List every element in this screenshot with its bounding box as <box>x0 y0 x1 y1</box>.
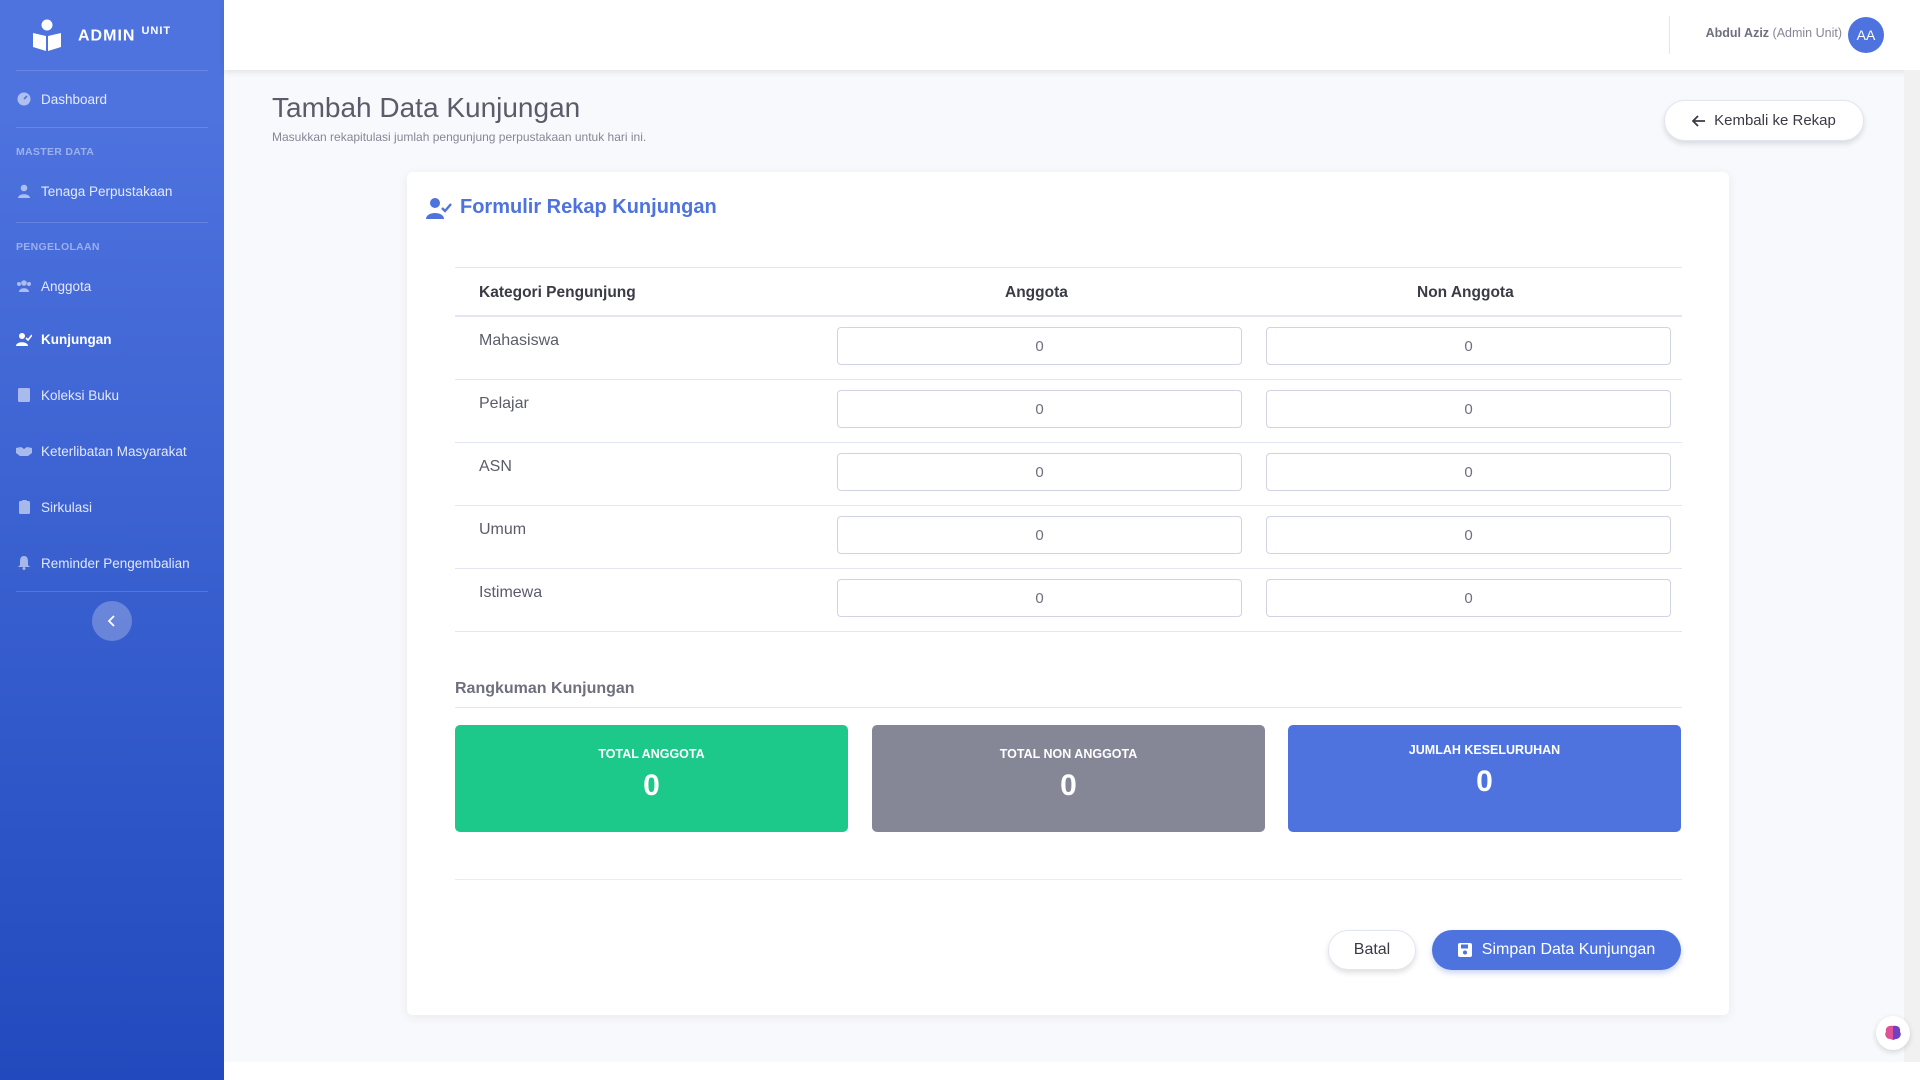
stat-label: TOTAL NON ANGGOTA <box>999 747 1138 761</box>
chevron-left-icon <box>107 615 117 627</box>
pelajar-non-member-input[interactable] <box>1266 390 1671 428</box>
sidebar-item-label: Koleksi Buku <box>41 387 120 403</box>
avatar[interactable]: AA <box>1848 17 1884 53</box>
user-dropdown[interactable]: Abdul Aziz (Admin Unit) <box>1706 26 1842 40</box>
card-title-text: Formulir Rekap Kunjungan <box>460 196 717 218</box>
card-title: Formulir Rekap Kunjungan <box>426 196 717 219</box>
topbar: Abdul Aziz (Admin Unit) AA <box>224 0 1920 70</box>
gauge-icon <box>16 91 32 107</box>
asn-member-input[interactable] <box>837 453 1242 491</box>
brand-text: ADMIN UNIT <box>78 24 172 45</box>
sidebar-item-label: Kunjungan <box>41 331 112 347</box>
umum-non-member-input[interactable] <box>1266 516 1671 554</box>
user-icon <box>16 183 32 199</box>
header-non-member: Non Anggota <box>1417 284 1514 301</box>
clipboard-icon <box>16 499 32 515</box>
visit-table: Kategori Pengunjung Anggota Non Anggota … <box>455 267 1682 632</box>
sidebar-heading-master-data: MASTER DATA <box>16 146 95 158</box>
brain-icon <box>1884 1025 1902 1041</box>
table-row: ASN <box>455 443 1682 506</box>
row-label: Mahasiswa <box>479 332 560 349</box>
grand-total-stat: JUMLAH KESELURUHAN 0 <box>1288 725 1681 832</box>
table-row: Umum <box>455 506 1682 569</box>
table-row: Istimewa <box>455 569 1682 632</box>
topbar-divider <box>1669 16 1670 54</box>
table-row: Pelajar <box>455 380 1682 443</box>
pelajar-member-input[interactable] <box>837 390 1242 428</box>
umum-member-input[interactable] <box>837 516 1242 554</box>
assistant-button[interactable] <box>1876 1016 1910 1050</box>
summary-divider <box>455 707 1682 708</box>
total-member-stat: TOTAL ANGGOTA 0 <box>455 725 848 832</box>
asn-non-member-input[interactable] <box>1266 453 1671 491</box>
istimewa-non-member-input[interactable] <box>1266 579 1671 617</box>
sidebar-item-reminder-pengembalian[interactable]: Reminder Pengembalian <box>0 535 224 591</box>
handshake-icon <box>16 443 32 459</box>
book-icon <box>16 387 32 403</box>
table-row: Mahasiswa <box>455 317 1682 380</box>
save-button-label: Simpan Data Kunjungan <box>1481 941 1656 958</box>
sidebar-item-label: Anggota <box>41 278 92 294</box>
book-reader-icon <box>30 18 64 52</box>
sidebar-item-label: Keterlibatan Masyarakat <box>41 443 187 459</box>
brand[interactable]: ADMIN UNIT <box>0 0 224 70</box>
stat-value: 0 <box>1060 769 1077 802</box>
back-button-label: Kembali ke Rekap <box>1714 112 1836 129</box>
arrow-left-icon <box>1692 114 1706 127</box>
page-subtitle: Masukkan rekapitulasi jumlah pengunjung … <box>272 130 647 144</box>
row-label: Istimewa <box>479 584 543 601</box>
row-label: Pelajar <box>479 395 529 412</box>
header-category: Kategori Pengunjung <box>479 284 636 301</box>
summary-title: Rangkuman Kunjungan <box>455 680 635 697</box>
stat-value: 0 <box>643 769 660 802</box>
user-name: Abdul Aziz <box>1705 26 1770 40</box>
row-label: ASN <box>479 458 512 475</box>
row-label: Umum <box>479 521 527 538</box>
user-role: (Admin Unit) <box>1772 26 1842 40</box>
sidebar-item-koleksi-buku[interactable]: Koleksi Buku <box>0 367 224 423</box>
page-title: Tambah Data Kunjungan <box>272 92 581 123</box>
users-icon <box>16 278 32 294</box>
sidebar-item-label: Reminder Pengembalian <box>41 555 190 571</box>
sidebar-item-label: Sirkulasi <box>41 499 93 515</box>
table-header: Kategori Pengunjung Anggota Non Anggota <box>455 267 1682 317</box>
back-to-recap-button[interactable]: Kembali ke Rekap <box>1664 100 1864 141</box>
sidebar-toggle-button[interactable] <box>92 601 132 641</box>
user-check-icon <box>16 331 32 347</box>
save-icon <box>1457 943 1472 957</box>
stat-label: JUMLAH KESELURUHAN <box>1408 743 1561 757</box>
cancel-button[interactable]: Batal <box>1328 930 1416 970</box>
sidebar-divider <box>16 591 208 592</box>
visit-form-card: Formulir Rekap Kunjungan Kategori Pengun… <box>407 172 1729 1015</box>
bell-icon <box>16 555 32 571</box>
sidebar-item-anggota[interactable]: Anggota <box>0 261 224 311</box>
form-footer-divider <box>455 879 1682 880</box>
scrollbar[interactable] <box>1904 70 1920 1062</box>
stat-label: TOTAL ANGGOTA <box>598 747 705 761</box>
sidebar-item-label: Tenaga Perpustakaan <box>41 183 173 199</box>
sidebar-item-tenaga-perpustakaan[interactable]: Tenaga Perpustakaan <box>0 166 224 216</box>
sidebar-item-keterlibatan-masyarakat[interactable]: Keterlibatan Masyarakat <box>0 423 224 479</box>
page-footer <box>224 1062 1920 1080</box>
mahasiswa-member-input[interactable] <box>837 327 1242 365</box>
user-check-icon <box>426 197 452 219</box>
sidebar-item-kunjungan[interactable]: Kunjungan <box>0 311 224 367</box>
sidebar: ADMIN UNIT Dashboard MASTER DATA Tenaga P… <box>0 0 224 1080</box>
istimewa-member-input[interactable] <box>837 579 1242 617</box>
stat-value: 0 <box>1476 765 1493 798</box>
sidebar-item-label: Dashboard <box>41 91 108 107</box>
mahasiswa-non-member-input[interactable] <box>1266 327 1671 365</box>
header-member: Anggota <box>1005 284 1068 301</box>
save-visit-button[interactable]: Simpan Data Kunjungan <box>1432 930 1681 970</box>
sidebar-item-dashboard[interactable]: Dashboard <box>0 71 224 127</box>
sidebar-item-sirkulasi[interactable]: Sirkulasi <box>0 479 224 535</box>
total-non-member-stat: TOTAL NON ANGGOTA 0 <box>872 725 1265 832</box>
sidebar-heading-pengelolaan: PENGELOLAAN <box>16 241 100 253</box>
